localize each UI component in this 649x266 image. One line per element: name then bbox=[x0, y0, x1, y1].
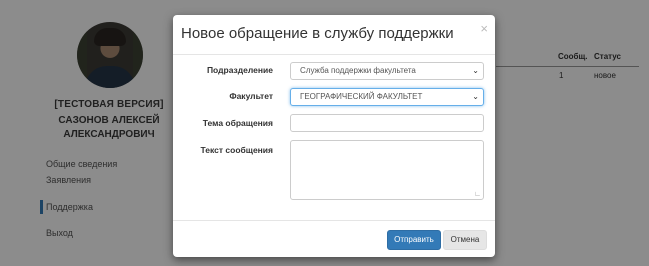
subject-input[interactable] bbox=[290, 114, 484, 132]
modal-header: Новое обращение в службу поддержки × bbox=[173, 15, 495, 55]
department-select-value: Служба поддержки факультета bbox=[300, 66, 416, 75]
chevron-down-icon: ⌄ bbox=[472, 92, 479, 101]
department-select[interactable]: Служба поддержки факультета ⌄ bbox=[290, 62, 484, 80]
faculty-select[interactable]: ГЕОГРАФИЧЕСКИЙ ФАКУЛЬТЕТ ⌄ bbox=[290, 88, 484, 106]
cancel-button[interactable]: Отмена bbox=[443, 230, 487, 250]
modal-title: Новое обращение в службу поддержки bbox=[181, 25, 454, 42]
support-request-modal: Новое обращение в службу поддержки × Под… bbox=[173, 15, 495, 257]
close-icon[interactable]: × bbox=[480, 21, 488, 36]
subject-label: Тема обращения bbox=[202, 118, 273, 128]
resize-handle-icon[interactable]: ∟ bbox=[474, 191, 481, 198]
message-label: Текст сообщения bbox=[200, 145, 273, 155]
faculty-select-value: ГЕОГРАФИЧЕСКИЙ ФАКУЛЬТЕТ bbox=[300, 92, 423, 101]
faculty-label: Факультет bbox=[229, 91, 273, 101]
message-textarea[interactable]: ∟ bbox=[290, 140, 484, 200]
submit-button[interactable]: Отправить bbox=[387, 230, 441, 250]
department-label: Подразделение bbox=[206, 65, 273, 75]
modal-footer: Отправить Отмена bbox=[173, 220, 495, 258]
chevron-down-icon: ⌄ bbox=[472, 66, 479, 75]
